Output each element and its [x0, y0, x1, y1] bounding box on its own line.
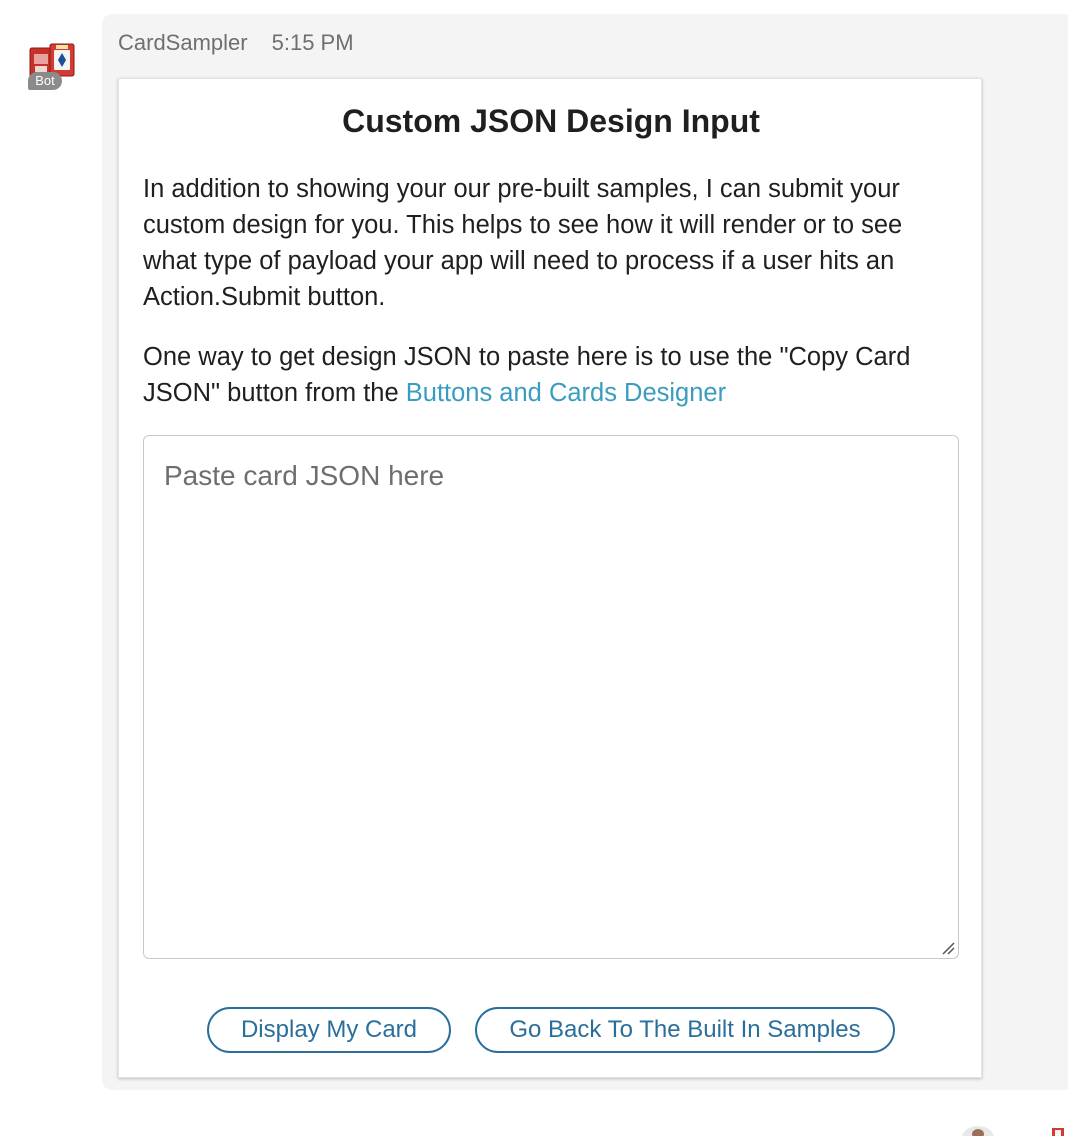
adaptive-card: Custom JSON Design Input In addition to … [118, 78, 982, 1078]
go-back-to-samples-button[interactable]: Go Back To The Built In Samples [475, 1007, 895, 1053]
resize-handle-icon[interactable] [939, 939, 955, 955]
user-avatar[interactable] [960, 1124, 996, 1136]
message-time: 5:15 PM [271, 30, 354, 55]
card-title: Custom JSON Design Input [342, 103, 760, 139]
bot-badge: Bot [28, 72, 62, 90]
card-instructions: One way to get design JSON to paste here… [143, 339, 963, 411]
designer-link[interactable]: Buttons and Cards Designer [406, 379, 726, 407]
json-input[interactable] [143, 435, 959, 959]
bot-avatar-small[interactable] [1046, 1126, 1068, 1136]
display-my-card-button[interactable]: Display My Card [207, 1007, 451, 1053]
card-description: In addition to showing your our pre-buil… [143, 175, 903, 311]
message-meta: CardSampler 5:15 PM [118, 30, 354, 58]
bot-avatar[interactable]: Bot [26, 42, 80, 94]
sender-name[interactable]: CardSampler [118, 30, 248, 55]
